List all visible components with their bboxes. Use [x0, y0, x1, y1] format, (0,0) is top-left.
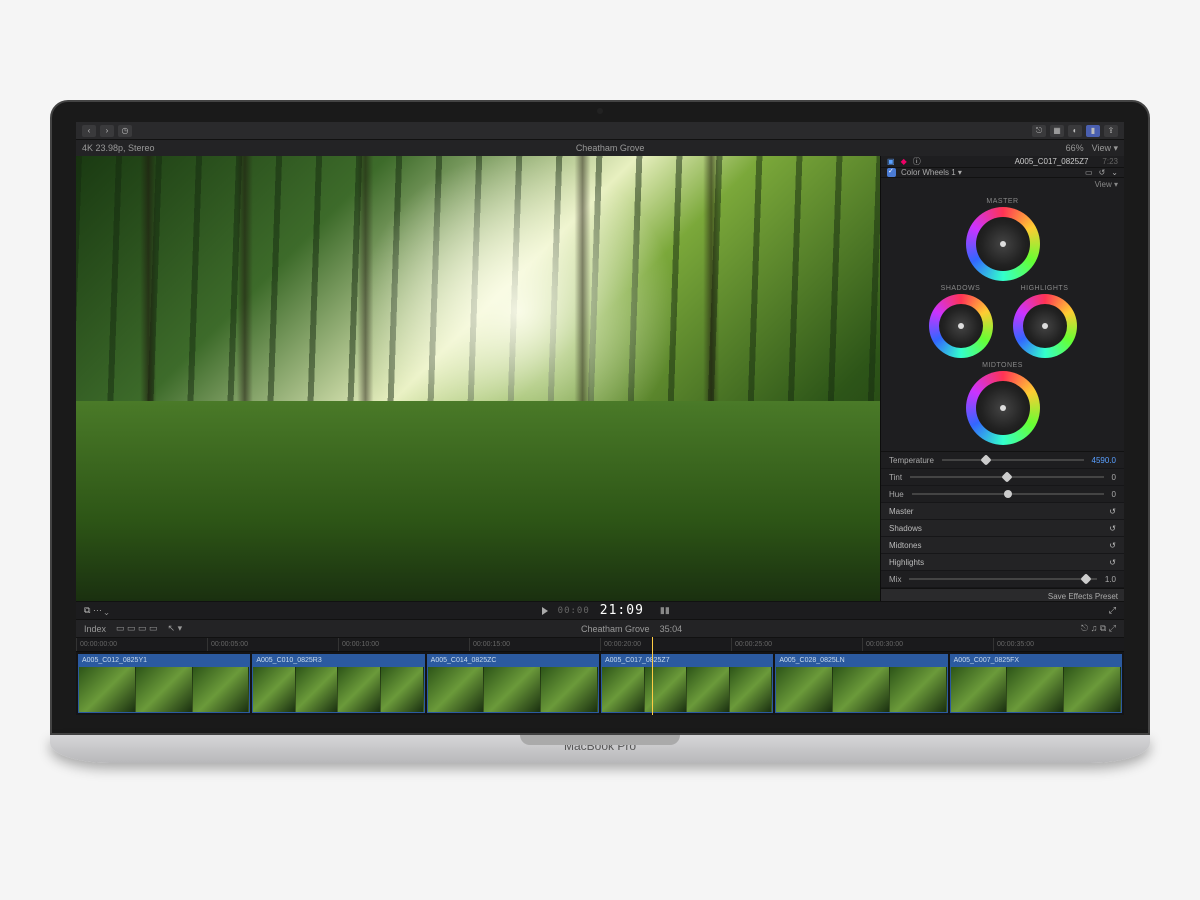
- param-tint-label: Tint: [889, 473, 902, 482]
- ruler-tick: 00:00:10:00: [338, 638, 469, 651]
- toolbar-toggle-icon[interactable]: ◐: [1068, 125, 1082, 137]
- timeline-clip[interactable]: A005_C010_0825R3: [252, 654, 424, 713]
- temperature-slider[interactable]: [942, 459, 1084, 461]
- ruler-tick: 00:00:25:00: [731, 638, 862, 651]
- toolbar-share-icon[interactable]: ⇪: [1104, 125, 1118, 137]
- mix-slider[interactable]: [909, 578, 1096, 580]
- viewer-zoom-dropdown[interactable]: 66%: [1066, 143, 1084, 153]
- inspector-view-dropdown[interactable]: View ▾: [881, 178, 1124, 192]
- toolbar-link-icon[interactable]: ⎋: [1032, 125, 1046, 137]
- param-temperature-row: Temperature 4590.0: [881, 452, 1124, 469]
- section-master[interactable]: Master↺: [881, 503, 1124, 520]
- timeline-duration: 35:04: [660, 624, 683, 634]
- timecode-main[interactable]: 21:09: [600, 603, 644, 618]
- video-viewer[interactable]: [76, 156, 880, 601]
- timecode-prefix: 00:00: [558, 606, 590, 616]
- wheel-midtones-label: MIDTONES: [881, 362, 1124, 369]
- color-wheel-master[interactable]: [966, 207, 1040, 281]
- reset-icon[interactable]: ↺: [1109, 558, 1116, 567]
- ruler-tick: 00:00:05:00: [207, 638, 338, 651]
- viewer-header: 4K 23.98p, Stereo Cheatham Grove 66% Vie…: [76, 140, 1124, 156]
- nav-forward-button[interactable]: ›: [100, 125, 114, 137]
- ruler-tick: 00:00:15:00: [469, 638, 600, 651]
- color-wheel-shadows[interactable]: [929, 294, 993, 358]
- reset-icon[interactable]: ↺: [1109, 541, 1116, 550]
- effect-reset-icon[interactable]: ↺: [1099, 168, 1106, 177]
- transport-tools[interactable]: ⧉ ⋯ ⌄: [84, 605, 109, 616]
- mix-value[interactable]: 1.0: [1105, 575, 1116, 584]
- timeline-tool-icons[interactable]: ▭ ▭ ▭ ▭: [116, 623, 158, 634]
- timeline-header: Index ▭ ▭ ▭ ▭ ↖ ▾ Cheatham Grove 35:04 ⎋…: [76, 619, 1124, 637]
- inspector-tab-color-icon[interactable]: ◆: [901, 157, 907, 166]
- nav-back-button[interactable]: ‹: [82, 125, 96, 137]
- app-toolbar: ‹ › ◷ ⎋ ▦ ◐ ▮ ⇪: [76, 122, 1124, 140]
- wheel-master-label: MASTER: [881, 198, 1124, 205]
- param-mix-label: Mix: [889, 575, 901, 584]
- ruler-tick: 00:00:35:00: [993, 638, 1124, 651]
- inspector-tab-icon[interactable]: ▣: [887, 157, 895, 166]
- ruler-tick: 00:00:00:00: [76, 638, 207, 651]
- timeline-index-button[interactable]: Index: [84, 624, 106, 634]
- param-mix-row: Mix 1.0: [881, 571, 1124, 588]
- timeline-clip[interactable]: A005_C012_0825Y1: [78, 654, 250, 713]
- inspector-clip-id: A005_C017_0825Z7: [1015, 157, 1089, 166]
- timeline-ruler[interactable]: 00:00:00:00 00:00:05:00 00:00:10:00 00:0…: [76, 637, 1124, 651]
- device-label: MacBook Pro: [564, 739, 636, 753]
- timeline-clip[interactable]: A005_C017_0825Z7: [601, 654, 773, 713]
- timeline-clip[interactable]: A005_C007_0825FX: [950, 654, 1122, 713]
- playhead[interactable]: [652, 637, 653, 715]
- toolbar-color-inspector-icon[interactable]: ▮: [1086, 125, 1100, 137]
- hue-value[interactable]: 0: [1112, 490, 1116, 499]
- tint-value[interactable]: 0: [1112, 473, 1116, 482]
- tint-slider[interactable]: [910, 476, 1104, 478]
- app-window: ‹ › ◷ ⎋ ▦ ◐ ▮ ⇪ 4K 23.98p, Stereo Cheath…: [76, 122, 1124, 715]
- timeline-project-name: Cheatham Grove: [581, 624, 650, 634]
- camera-notch: [597, 108, 603, 114]
- wheel-highlights-label: HIGHLIGHTS: [1013, 285, 1077, 292]
- timeline-clip[interactable]: A005_C014_0825ZC: [427, 654, 599, 713]
- reset-icon[interactable]: ↺: [1109, 507, 1116, 516]
- viewer-format-label: 4K 23.98p, Stereo: [82, 143, 155, 153]
- param-temperature-label: Temperature: [889, 456, 934, 465]
- section-highlights[interactable]: Highlights↺: [881, 554, 1124, 571]
- effect-more-icon[interactable]: ⌄: [1111, 168, 1118, 177]
- ruler-tick: 00:00:30:00: [862, 638, 993, 651]
- laptop-base: MacBook Pro: [50, 735, 1150, 763]
- ruler-tick: 00:00:20:00: [600, 638, 731, 651]
- timeline-clips[interactable]: A005_C012_0825Y1 A005_C010_0825R3 A005_C…: [76, 651, 1124, 715]
- viewer-view-dropdown[interactable]: View ▾: [1092, 143, 1118, 154]
- inspector-tab-info-icon[interactable]: ⓘ: [913, 156, 921, 167]
- inspector-tc: 7:23: [1102, 157, 1118, 166]
- param-hue-label: Hue: [889, 490, 904, 499]
- fullscreen-button[interactable]: ⤢: [1109, 605, 1116, 616]
- color-wheel-midtones[interactable]: [966, 371, 1040, 445]
- param-tint-row: Tint 0: [881, 469, 1124, 486]
- effect-preset-icon[interactable]: ▭: [1085, 168, 1093, 177]
- section-midtones[interactable]: Midtones↺: [881, 537, 1124, 554]
- hue-slider[interactable]: [912, 493, 1104, 495]
- effect-enabled-checkbox[interactable]: [887, 168, 896, 177]
- section-shadows[interactable]: Shadows↺: [881, 520, 1124, 537]
- toolbar-grid-icon[interactable]: ▦: [1050, 125, 1064, 137]
- timeline-clip[interactable]: A005_C028_0825LN: [775, 654, 947, 713]
- wheel-shadows-label: SHADOWS: [929, 285, 993, 292]
- param-hue-row: Hue 0: [881, 486, 1124, 503]
- timeline-right-tools[interactable]: ⎋ ♫ ⧉ ⤢: [1081, 623, 1116, 634]
- reset-icon[interactable]: ↺: [1109, 524, 1116, 533]
- viewer-transport: ⧉ ⋯ ⌄ 00:00 21:09 ▮▮ ⤢: [76, 601, 1124, 619]
- color-inspector: ▣ ◆ ⓘ A005_C017_0825Z7 7:23 Color Wheels…: [880, 156, 1124, 601]
- color-wheel-highlights[interactable]: [1013, 294, 1077, 358]
- play-button[interactable]: [542, 607, 548, 615]
- timeline-arrow-tool[interactable]: ↖ ▾: [168, 623, 183, 634]
- timeline[interactable]: 00:00:00:00 00:00:05:00 00:00:10:00 00:0…: [76, 637, 1124, 715]
- effect-title-dropdown[interactable]: Color Wheels 1 ▾: [901, 168, 962, 177]
- history-button[interactable]: ◷: [118, 125, 132, 137]
- temperature-value[interactable]: 4590.0: [1092, 456, 1116, 465]
- viewer-clip-name: Cheatham Grove: [155, 143, 1066, 153]
